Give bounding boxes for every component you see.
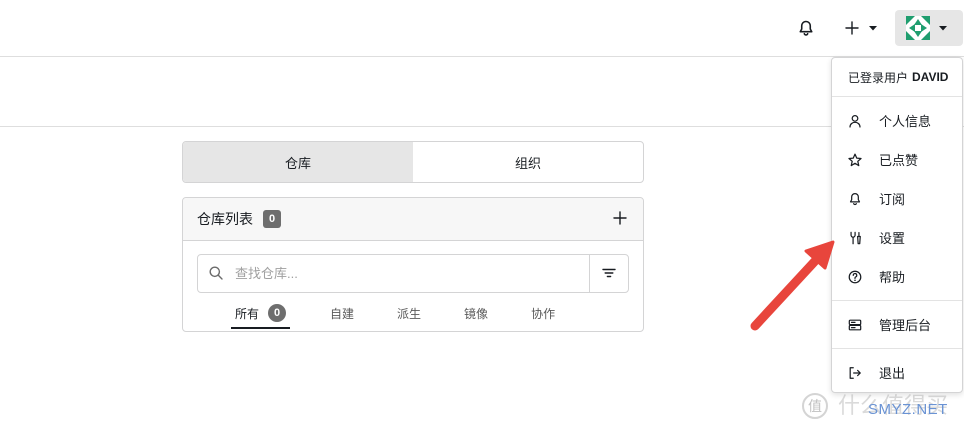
filter-icon xyxy=(602,268,616,278)
menu-divider xyxy=(832,96,962,97)
repo-search-input[interactable] xyxy=(235,255,580,292)
tools-icon xyxy=(850,231,861,244)
user-dropdown-menu: 已登录用户 DAVID 个人信息 已点赞 订阅 设置 帮助 管理后台 退出 xyxy=(831,57,963,393)
filter-tab-label: 派生 xyxy=(397,306,422,321)
new-repo-button[interactable] xyxy=(613,211,627,225)
search-icon xyxy=(209,266,223,280)
star-icon xyxy=(848,153,862,166)
filter-tab-forks[interactable]: 派生 xyxy=(397,297,421,329)
menu-item-starred[interactable]: 已点赞 xyxy=(832,140,962,179)
menu-item-label: 已点赞 xyxy=(879,153,919,168)
signed-in-username: DAVID xyxy=(912,70,949,84)
dashboard-tabs: 仓库 组织 xyxy=(182,141,644,183)
user-menu-button[interactable] xyxy=(895,10,963,46)
page: { "header": { "icons": { "notifications"… xyxy=(0,0,964,430)
create-menu-button[interactable] xyxy=(842,19,880,37)
tab-label: 仓库 xyxy=(284,155,311,171)
repo-filter-tabs: 所有 0 自建 派生 镜像 协作 xyxy=(231,297,555,329)
menu-divider xyxy=(832,300,962,301)
dashboard-header xyxy=(0,57,964,127)
signed-in-prefix: 已登录用户 xyxy=(848,70,909,85)
menu-item-label: 管理后台 xyxy=(879,318,932,333)
menu-item-help[interactable]: 帮助 xyxy=(832,257,962,296)
menu-divider xyxy=(832,348,962,349)
bell-icon xyxy=(849,192,861,205)
top-navbar xyxy=(0,0,964,57)
filter-tab-label: 镜像 xyxy=(464,306,489,321)
menu-item-profile[interactable]: 个人信息 xyxy=(832,101,962,140)
bell-icon xyxy=(799,20,813,36)
tab-repositories[interactable]: 仓库 xyxy=(183,142,413,182)
watermark-site-name: 什么值得买 xyxy=(838,393,949,418)
filter-tab-label: 所有 xyxy=(235,306,260,321)
question-icon xyxy=(848,270,862,283)
person-icon xyxy=(849,114,861,128)
menu-item-label: 订阅 xyxy=(879,192,906,207)
annotation-arrow-shaft xyxy=(750,255,821,331)
menu-item-sign-out[interactable]: 退出 xyxy=(832,353,962,392)
avatar xyxy=(906,16,930,40)
watermark-domain: SMYZ.NET xyxy=(868,401,948,418)
menu-item-subscriptions[interactable]: 订阅 xyxy=(832,179,962,218)
repo-count-badge: 0 xyxy=(263,210,281,228)
repo-search-box xyxy=(197,254,629,293)
filter-tab-label: 自建 xyxy=(330,306,355,321)
menu-item-label: 帮助 xyxy=(879,270,906,285)
repo-filter-button[interactable] xyxy=(589,255,628,292)
menu-item-label: 个人信息 xyxy=(879,114,932,129)
menu-item-label: 设置 xyxy=(879,231,906,246)
tab-label: 组织 xyxy=(514,155,541,171)
filter-tab-sources[interactable]: 自建 xyxy=(330,297,354,329)
signed-in-header: 已登录用户 DAVID xyxy=(832,58,962,96)
menu-item-label: 退出 xyxy=(879,366,906,381)
watermark-logo: 值 xyxy=(802,393,828,419)
filter-tab-all[interactable]: 所有 0 xyxy=(231,297,291,329)
annotation-arrow-head xyxy=(804,240,835,270)
caret-down-icon xyxy=(869,26,877,31)
repo-list-title-text: 仓库列表 xyxy=(197,211,253,227)
filter-tab-collaborative[interactable]: 协作 xyxy=(531,297,555,329)
filter-tab-label: 协作 xyxy=(531,306,556,321)
filter-count-badge: 0 xyxy=(268,304,287,322)
filter-tab-mirrors[interactable]: 镜像 xyxy=(464,297,488,329)
server-icon xyxy=(848,319,862,330)
caret-down-icon xyxy=(939,26,947,31)
notifications-button[interactable] xyxy=(797,19,815,37)
menu-item-site-admin[interactable]: 管理后台 xyxy=(832,305,962,344)
repo-list-title: 仓库列表 0 xyxy=(197,198,281,240)
tab-organizations[interactable]: 组织 xyxy=(413,142,643,182)
repo-list-header: 仓库列表 0 xyxy=(183,198,643,241)
menu-item-settings[interactable]: 设置 xyxy=(832,218,962,257)
plus-icon xyxy=(845,21,859,35)
plus-icon xyxy=(613,211,627,225)
sign-out-icon xyxy=(849,366,861,379)
repo-list-panel: 仓库列表 0 所有 0 自建 派生 xyxy=(182,197,644,332)
